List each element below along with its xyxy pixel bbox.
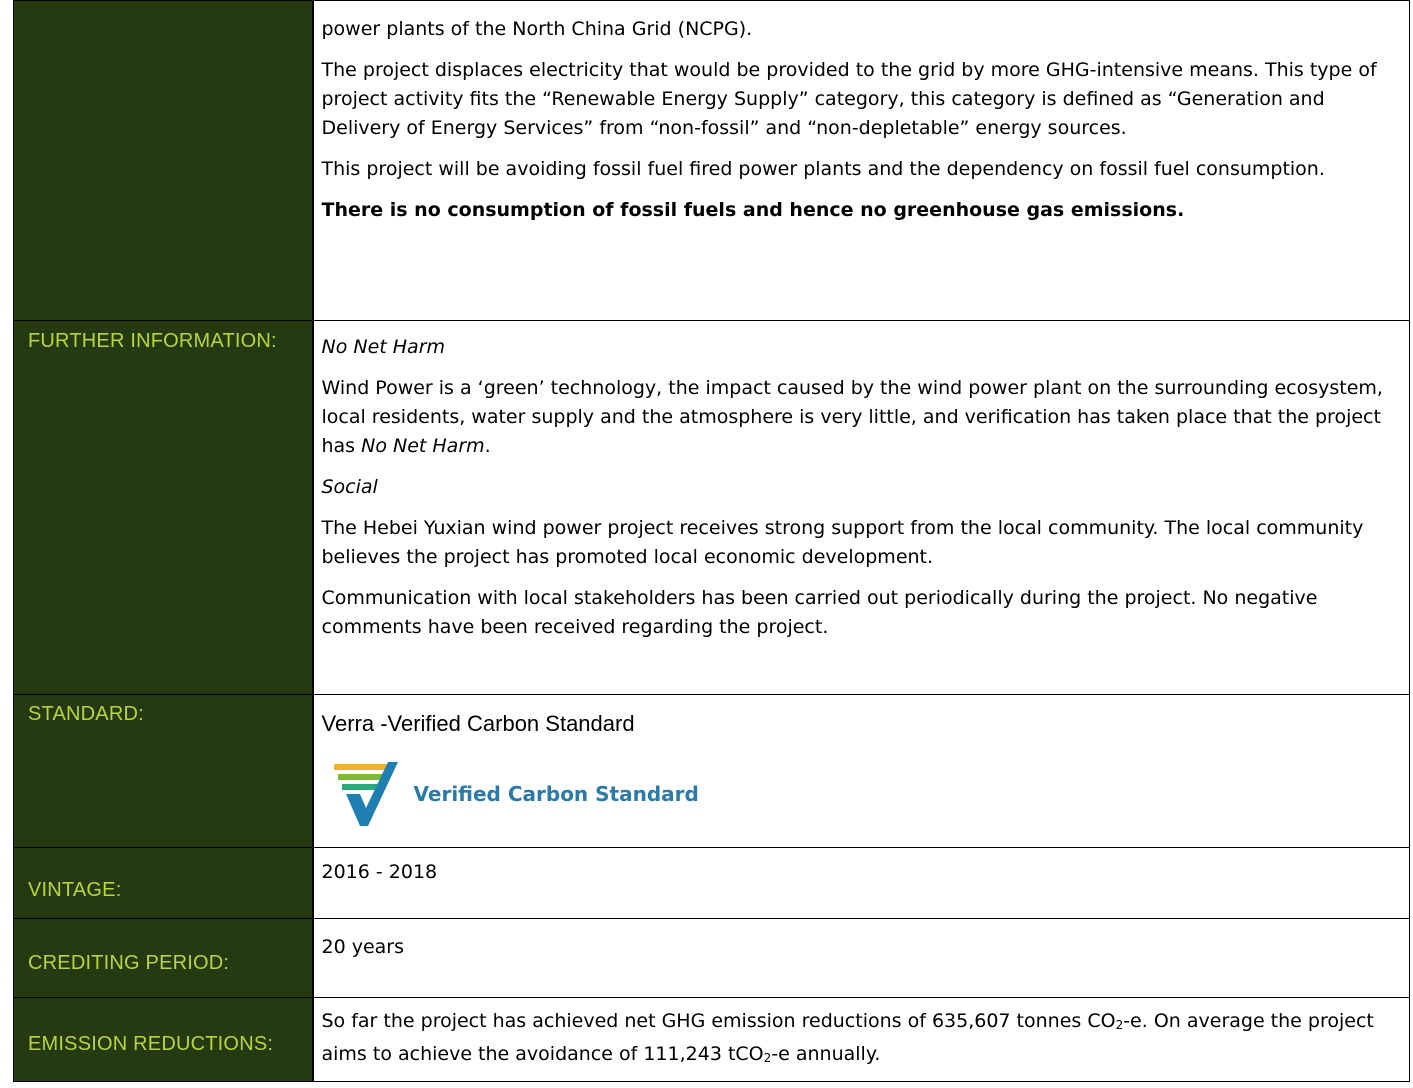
project-info-table: power plants of the North China Grid (NC… [13, 0, 1410, 1082]
row-further-information: FURTHER INFORMATION: No Net Harm Wind Po… [13, 320, 1410, 695]
vintage-value: 2016 - 2018 [312, 847, 1410, 919]
no-net-harm-text-c: . [484, 435, 491, 457]
emission-reductions-label: EMISSION REDUCTIONS: [13, 997, 314, 1082]
intro-paragraph-4: There is no consumption of fossil fuels … [321, 199, 1185, 221]
intro-paragraph-1: power plants of the North China Grid (NC… [321, 18, 753, 40]
intro-label-cell [13, 0, 314, 321]
emission-text-3: -e annually. [771, 1042, 881, 1065]
social-paragraph-2: Communication with local stakeholders ha… [321, 587, 1318, 638]
crediting-period-value: 20 years [312, 918, 1410, 998]
standard-label: STANDARD: [13, 694, 314, 848]
row-vintage: VINTAGE: 2016 - 2018 [13, 847, 1410, 919]
intro-paragraph-2: The project displaces electricity that w… [321, 59, 1377, 139]
further-information-content: No Net Harm Wind Power is a ‘green’ tech… [312, 320, 1410, 695]
social-heading: Social [321, 476, 378, 498]
standard-content: Verra -Verified Carbon Standard Verified… [312, 694, 1410, 848]
further-information-label: FURTHER INFORMATION: [13, 320, 314, 695]
no-net-harm-text-b: No Net Harm [361, 435, 485, 457]
intro-paragraph-3: This project will be avoiding fossil fue… [321, 158, 1325, 180]
vcs-logo-text: Verified Carbon Standard [413, 781, 699, 806]
row-intro: power plants of the North China Grid (NC… [13, 0, 1410, 321]
vcs-check-icon [333, 762, 398, 826]
row-emission-reductions: EMISSION REDUCTIONS: So far the project … [13, 997, 1410, 1082]
emission-text-1: So far the project has achieved net GHG … [321, 1009, 1116, 1032]
row-standard: STANDARD: Verra -Verified Carbon Standar… [13, 694, 1410, 848]
no-net-harm-paragraph: Wind Power is a ‘green’ technology, the … [322, 374, 1402, 461]
standard-value: Verra -Verified Carbon Standard [321, 711, 635, 736]
row-crediting-period: CREDITING PERIOD: 20 years [13, 918, 1410, 998]
emission-reductions-value: So far the project has achieved net GHG … [312, 997, 1410, 1082]
crediting-period-label: CREDITING PERIOD: [13, 918, 314, 998]
intro-content-cell: power plants of the North China Grid (NC… [312, 0, 1410, 321]
no-net-harm-heading: No Net Harm [321, 336, 446, 358]
social-paragraph-1: The Hebei Yuxian wind power project rece… [321, 517, 1364, 568]
vcs-logo: Verified Carbon Standard [330, 762, 1402, 826]
vintage-label: VINTAGE: [13, 847, 314, 919]
